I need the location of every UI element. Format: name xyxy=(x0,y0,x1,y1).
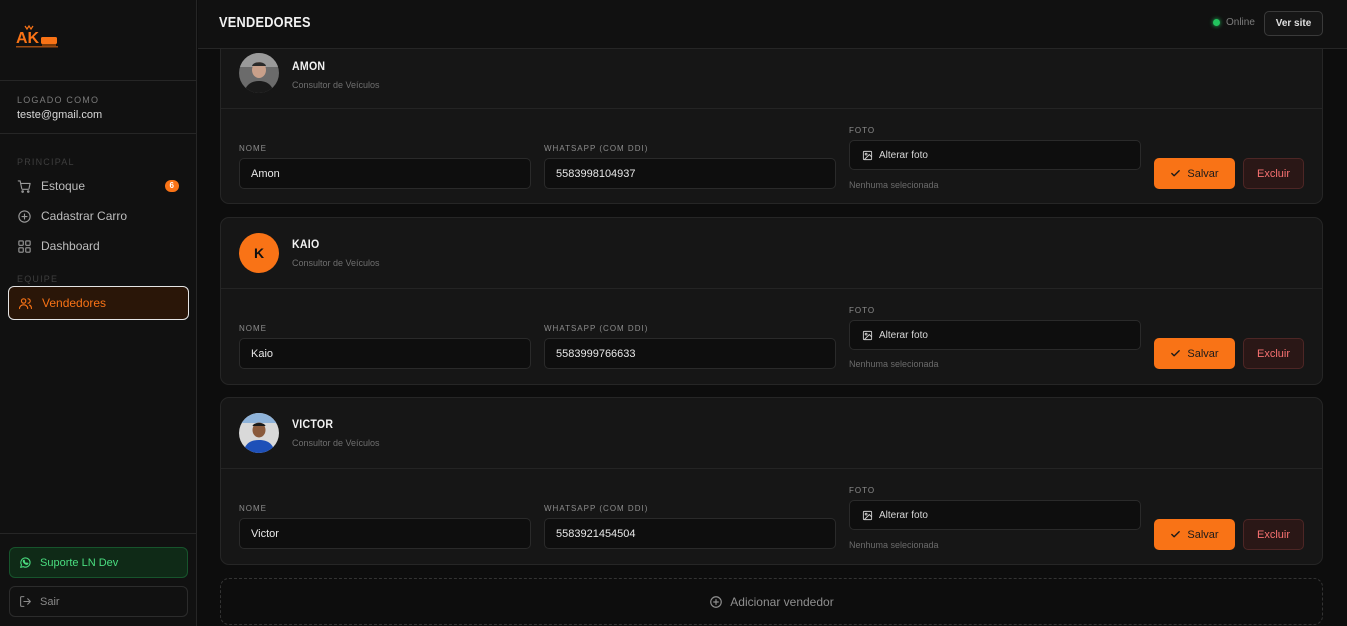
save-label: Salvar xyxy=(1187,347,1219,360)
online-status: Online xyxy=(1213,17,1255,28)
name-label: NOME xyxy=(239,504,267,513)
whatsapp-input[interactable]: 5583998104937 xyxy=(544,158,836,189)
image-icon xyxy=(862,330,873,340)
section-label-principal: PRINCIPAL xyxy=(17,157,75,167)
logo-icon: AK xyxy=(16,24,58,48)
seller-card-header: VICTOR Consultor de Veículos xyxy=(221,398,1322,469)
change-photo-button[interactable]: Alterar foto xyxy=(849,320,1141,350)
save-button[interactable]: Salvar xyxy=(1154,158,1235,189)
change-photo-button[interactable]: Alterar foto xyxy=(849,500,1141,530)
check-icon xyxy=(1171,350,1181,357)
name-input[interactable]: Victor xyxy=(239,518,531,549)
save-button[interactable]: Salvar xyxy=(1154,519,1235,550)
avatar-photo xyxy=(239,53,279,93)
app: AK LOGADO COMO teste@gmail.com PRINCIPAL… xyxy=(0,0,1347,626)
status-dot-icon xyxy=(1213,19,1220,26)
seller-avatar: K xyxy=(239,233,279,273)
change-photo-label: Alterar foto xyxy=(879,509,928,521)
seller-role: Consultor de Veículos xyxy=(292,80,380,90)
divider xyxy=(0,80,197,81)
add-seller-button[interactable]: Adicionar vendedor xyxy=(220,578,1323,625)
sidebar-item-label: Cadastrar Carro xyxy=(41,209,128,223)
logged-label: LOGADO COMO xyxy=(17,95,100,105)
whatsapp-input[interactable]: 5583999766633 xyxy=(544,338,836,369)
seller-name: VICTOR xyxy=(292,417,334,431)
name-input[interactable]: Amon xyxy=(239,158,531,189)
delete-button[interactable]: Excluir xyxy=(1243,519,1304,550)
cart-icon xyxy=(17,179,31,193)
photo-note: Nenhuma selecionada xyxy=(849,540,939,550)
name-label: NOME xyxy=(239,144,267,153)
seller-avatar xyxy=(239,413,279,453)
status-label: Online xyxy=(1226,17,1255,28)
check-icon xyxy=(1171,170,1181,177)
logout-button[interactable]: Sair xyxy=(9,586,188,617)
brand-logo[interactable]: AK xyxy=(16,24,60,50)
delete-button[interactable]: Excluir xyxy=(1243,158,1304,189)
whatsapp-label: WHATSAPP (COM DDI) xyxy=(544,504,649,513)
logout-label: Sair xyxy=(40,595,60,608)
photo-label: FOTO xyxy=(849,306,876,315)
divider xyxy=(0,133,197,134)
stock-count-badge: 6 xyxy=(164,180,179,192)
sidebar-item-estoque[interactable]: Estoque 6 xyxy=(8,171,189,201)
change-photo-label: Alterar foto xyxy=(879,329,928,341)
change-photo-label: Alterar foto xyxy=(879,149,928,161)
support-button[interactable]: Suporte LN Dev xyxy=(9,547,188,578)
page-title: VENDEDORES xyxy=(219,14,311,31)
sidebar-item-vendedores[interactable]: Vendedores xyxy=(8,286,189,320)
name-input[interactable]: Kaio xyxy=(239,338,531,369)
seller-name: AMON xyxy=(292,59,326,73)
photo-note: Nenhuma selecionada xyxy=(849,180,939,190)
whatsapp-label: WHATSAPP (COM DDI) xyxy=(544,144,649,153)
photo-label: FOTO xyxy=(849,486,876,495)
name-label: NOME xyxy=(239,324,267,333)
seller-card-header: K KAIO Consultor de Veículos xyxy=(221,218,1322,289)
save-button[interactable]: Salvar xyxy=(1154,338,1235,369)
sidebar-item-label: Estoque xyxy=(41,179,86,193)
check-icon xyxy=(1171,531,1181,538)
change-photo-button[interactable]: Alterar foto xyxy=(849,140,1141,170)
photo-label: FOTO xyxy=(849,126,876,135)
support-label: Suporte LN Dev xyxy=(40,556,119,569)
sidebar-item-cadastrar-carro[interactable]: Cadastrar Carro xyxy=(8,201,189,231)
seller-role: Consultor de Veículos xyxy=(292,438,380,448)
photo-note: Nenhuma selecionada xyxy=(849,359,939,369)
sidebar: AK LOGADO COMO teste@gmail.com PRINCIPAL… xyxy=(0,0,197,626)
logout-icon xyxy=(20,596,31,607)
whatsapp-icon xyxy=(20,557,31,568)
image-icon xyxy=(862,150,873,160)
plus-circle-icon xyxy=(18,209,31,223)
users-icon xyxy=(19,297,32,309)
whatsapp-label: WHATSAPP (COM DDI) xyxy=(544,324,649,333)
divider xyxy=(0,533,197,534)
seller-card-victor: VICTOR Consultor de Veículos NOME Victor… xyxy=(220,397,1323,565)
save-label: Salvar xyxy=(1187,528,1219,541)
seller-name: KAIO xyxy=(292,237,320,251)
top-header: VENDEDORES Online Ver site xyxy=(198,0,1347,49)
svg-text:AK: AK xyxy=(16,30,40,47)
sidebar-item-dashboard[interactable]: Dashboard xyxy=(8,231,189,261)
seller-card-kaio: K KAIO Consultor de Veículos NOME Kaio W… xyxy=(220,217,1323,385)
seller-avatar xyxy=(239,53,279,93)
whatsapp-input[interactable]: 5583921454504 xyxy=(544,518,836,549)
add-seller-label: Adicionar vendedor xyxy=(730,594,834,609)
grid-icon xyxy=(18,239,31,253)
sidebar-item-label: Dashboard xyxy=(41,239,100,253)
seller-role: Consultor de Veículos xyxy=(292,258,380,268)
delete-button[interactable]: Excluir xyxy=(1243,338,1304,369)
section-label-equipe: EQUIPE xyxy=(17,274,59,284)
sidebar-item-label: Vendedores xyxy=(42,296,107,310)
save-label: Salvar xyxy=(1187,167,1219,180)
view-site-button[interactable]: Ver site xyxy=(1264,11,1323,36)
logged-email: teste@gmail.com xyxy=(17,109,103,121)
image-icon xyxy=(862,510,873,520)
avatar-photo xyxy=(239,413,279,453)
plus-circle-icon xyxy=(710,595,723,608)
